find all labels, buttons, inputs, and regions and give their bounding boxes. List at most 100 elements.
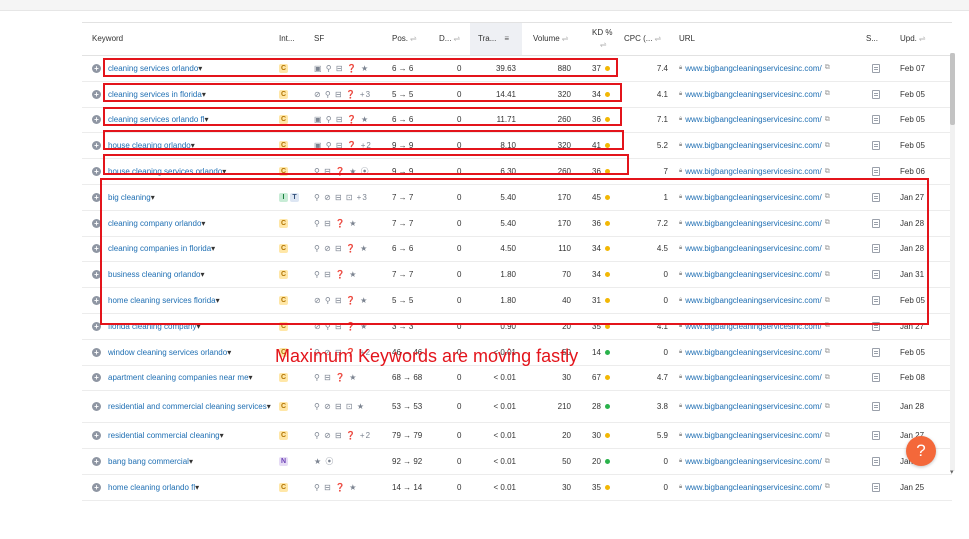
url-cell[interactable]: 🔒︎ www.bigbangcleaningservicesinc.com/⧉ [679, 366, 859, 391]
keyword-link[interactable]: residential and commercial cleaning serv… [108, 402, 267, 411]
url-cell[interactable]: 🔒︎ www.bigbangcleaningservicesinc.com/⧉ [679, 391, 859, 422]
serp-snapshot-button[interactable] [872, 449, 884, 474]
col-sf[interactable]: SF [314, 23, 324, 55]
sort-icon: ⇌ [453, 34, 461, 43]
table-row: + residential and commercial cleaning ser… [82, 391, 952, 424]
external-link-icon[interactable]: ⧉ [825, 348, 830, 356]
col-traffic[interactable]: Tra... ≡ [470, 23, 522, 55]
col-updated[interactable]: Upd. ⇌ [900, 23, 926, 55]
plus-icon: + [92, 141, 101, 151]
col-url[interactable]: URL [679, 23, 695, 55]
keyword-cell[interactable]: window cleaning services orlando ▾ [108, 340, 273, 365]
scrollbar-thumb[interactable] [950, 53, 955, 125]
serp-snapshot-button[interactable] [872, 475, 884, 500]
expand-row-button[interactable]: + [92, 423, 104, 448]
col-kd[interactable]: KD % ⇌ [592, 27, 612, 59]
lock-icon: 🔒︎ [679, 458, 683, 465]
serp-snapshot-button[interactable] [872, 391, 884, 422]
col-diff[interactable]: D... ⇌ [439, 23, 460, 55]
expand-row-button[interactable]: + [92, 366, 104, 391]
expand-row-button[interactable]: + [92, 340, 104, 365]
kd-value: 28 [592, 402, 601, 412]
url-cell[interactable]: 🔒︎ www.bigbangcleaningservicesinc.com/⧉ [679, 423, 859, 448]
url-cell[interactable]: 🔒︎ www.bigbangcleaningservicesinc.com/⧉ [679, 108, 859, 133]
serp-snapshot-button[interactable] [872, 108, 884, 133]
keyword-cell[interactable]: residential and commercial cleaning serv… [108, 391, 273, 422]
chevron-down-icon[interactable]: ▾ [220, 431, 224, 440]
url-link[interactable]: www.bigbangcleaningservicesinc.com/ [685, 431, 822, 440]
url-link[interactable]: www.bigbangcleaningservicesinc.com/ [685, 457, 822, 466]
expand-row-button[interactable]: + [92, 475, 104, 500]
keyword-cell[interactable]: apartment cleaning companies near me ▾ [108, 366, 273, 391]
serp-snapshot-button[interactable] [872, 82, 884, 107]
external-link-icon[interactable]: ⧉ [825, 403, 830, 411]
keyword-cell[interactable]: home cleaning orlando fl ▾ [108, 475, 273, 500]
external-link-icon[interactable]: ⧉ [825, 374, 830, 382]
external-link-icon[interactable]: ⧉ [825, 458, 830, 466]
url-cell[interactable]: 🔒︎ www.bigbangcleaningservicesinc.com/⧉ [679, 340, 859, 365]
url-link[interactable]: www.bigbangcleaningservicesinc.com/ [685, 115, 822, 124]
url-cell[interactable]: 🔒︎ www.bigbangcleaningservicesinc.com/⧉ [679, 449, 859, 474]
col-pos[interactable]: Pos. ⇌ [392, 23, 417, 55]
chevron-down-icon[interactable]: ▾ [227, 348, 231, 357]
url-cell[interactable]: 🔒︎ www.bigbangcleaningservicesinc.com/⧉ [679, 56, 859, 81]
serp-features-more[interactable]: +2 [360, 431, 371, 440]
serp-snapshot-button[interactable] [872, 133, 884, 158]
expand-row-button[interactable]: + [92, 391, 104, 422]
intent-cell: C [279, 391, 311, 422]
scroll-down-icon[interactable]: ▾ [950, 468, 954, 476]
position-diff-cell: 0 [457, 402, 462, 412]
url-cell[interactable]: 🔒︎ www.bigbangcleaningservicesinc.com/⧉ [679, 475, 859, 500]
annotation-box [100, 178, 929, 325]
external-link-icon[interactable]: ⧉ [825, 483, 830, 491]
col-intent[interactable]: Int... [279, 23, 295, 55]
serp-features-cell: ⚲ ⊟ ❓ ★ [314, 475, 389, 500]
chevron-down-icon[interactable]: ▾ [249, 373, 253, 382]
serp-snapshot-button[interactable] [872, 423, 884, 448]
url-link[interactable]: www.bigbangcleaningservicesinc.com/ [685, 167, 822, 176]
serp-snapshot-button[interactable] [872, 366, 884, 391]
external-link-icon[interactable]: ⧉ [825, 142, 830, 150]
external-link-icon[interactable]: ⧉ [825, 90, 830, 98]
url-link[interactable]: www.bigbangcleaningservicesinc.com/ [685, 90, 822, 99]
keyword-cell[interactable]: bang bang commercial ▾ [108, 449, 273, 474]
col-cpc[interactable]: CPC (... ⇌ [624, 23, 661, 55]
keyword-link[interactable]: window cleaning services orlando [108, 348, 227, 357]
expand-row-button[interactable]: + [92, 449, 104, 474]
chevron-down-icon[interactable]: ▾ [195, 483, 199, 492]
position-cell: 92 → 92 [392, 457, 423, 467]
url-link[interactable]: www.bigbangcleaningservicesinc.com/ [685, 373, 822, 382]
url-link[interactable]: www.bigbangcleaningservicesinc.com/ [685, 348, 822, 357]
external-link-icon[interactable]: ⧉ [825, 432, 830, 440]
url-link[interactable]: www.bigbangcleaningservicesinc.com/ [685, 141, 822, 150]
external-link-icon[interactable]: ⧉ [825, 116, 830, 124]
table-row: + bang bang commercial ▾ N ★ ⦿ 92 → 92 0 < 0.01… [82, 449, 952, 475]
col-keyword[interactable]: Keyword [92, 23, 123, 55]
chevron-down-icon[interactable]: ▾ [189, 457, 193, 466]
chevron-down-icon[interactable]: ▾ [267, 402, 271, 411]
keyword-link[interactable]: apartment cleaning companies near me [108, 373, 249, 382]
help-button[interactable]: ? [906, 436, 936, 466]
url-link[interactable]: www.bigbangcleaningservicesinc.com/ [685, 64, 822, 73]
url-cell[interactable]: 🔒︎ www.bigbangcleaningservicesinc.com/⧉ [679, 82, 859, 107]
table-row: + residential commercial cleaning ▾ C ⚲ ⊘ ⊟ … [82, 423, 952, 450]
col-volume[interactable]: Volume ⇌ [533, 23, 568, 55]
url-link[interactable]: www.bigbangcleaningservicesinc.com/ [685, 483, 822, 492]
external-link-icon[interactable]: ⧉ [825, 168, 830, 176]
url-cell[interactable]: 🔒︎ www.bigbangcleaningservicesinc.com/⧉ [679, 133, 859, 158]
keyword-link[interactable]: home cleaning orlando fl [108, 483, 195, 492]
col-serp[interactable]: S... [866, 23, 878, 55]
table-row: + home cleaning orlando fl ▾ C ⚲ ⊟ ❓ ★ 14 → 1… [82, 475, 952, 501]
keyword-link[interactable]: bang bang commercial [108, 457, 189, 466]
updated-cell: Jan 28 [900, 402, 925, 412]
keyword-link[interactable]: residential commercial cleaning [108, 431, 220, 440]
lock-icon: 🔒︎ [679, 403, 683, 410]
url-link[interactable]: www.bigbangcleaningservicesinc.com/ [685, 402, 822, 411]
kd-value: 35 [592, 482, 601, 492]
serp-snapshot-button[interactable] [872, 56, 884, 81]
keyword-cell[interactable]: residential commercial cleaning ▾ [108, 423, 273, 448]
scrollbar[interactable] [950, 53, 955, 471]
serp-snapshot-button[interactable] [872, 340, 884, 365]
external-link-icon[interactable]: ⧉ [825, 64, 830, 72]
position-cell: 53 → 53 [392, 402, 423, 412]
